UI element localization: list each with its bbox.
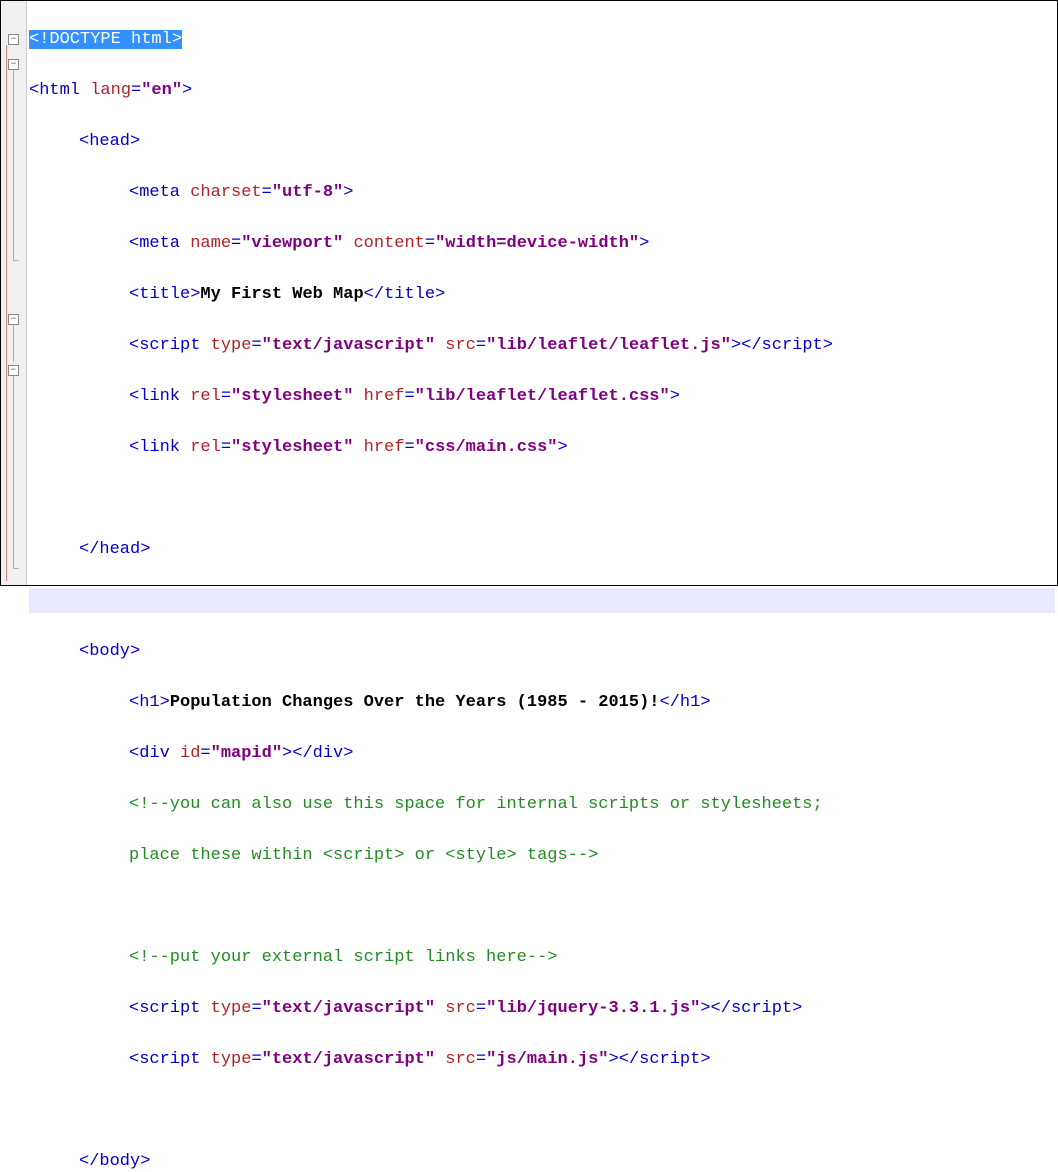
code-line: <meta name="viewport" content="width=dev…: [29, 231, 1055, 257]
fold-toggle[interactable]: [8, 34, 19, 45]
fold-toggle[interactable]: [8, 365, 19, 376]
code-editor: <!DOCTYPE html> <html lang="en"> <head> …: [1, 1, 1057, 585]
code-line: <head>: [29, 129, 1055, 155]
code-line: [29, 894, 1055, 920]
code-line: <html lang="en">: [29, 78, 1055, 104]
code-line: <!DOCTYPE html>: [29, 27, 1055, 53]
code-line: <script type="text/javascript" src="lib/…: [29, 996, 1055, 1022]
code-line: [29, 1098, 1055, 1124]
code-line: <h1>Population Changes Over the Years (1…: [29, 690, 1055, 716]
code-line: place these within <script> or <style> t…: [29, 843, 1055, 869]
code-line: <meta charset="utf-8">: [29, 180, 1055, 206]
code-line: <link rel="stylesheet" href="css/main.cs…: [29, 435, 1055, 461]
code-line: <link rel="stylesheet" href="lib/leaflet…: [29, 384, 1055, 410]
fold-gutter: [1, 1, 27, 585]
fold-toggle[interactable]: [8, 59, 19, 70]
code-line: <!--put your external script links here-…: [29, 945, 1055, 971]
code-line: <!--you can also use this space for inte…: [29, 792, 1055, 818]
code-line: <div id="mapid"></div>: [29, 741, 1055, 767]
code-area[interactable]: <!DOCTYPE html> <html lang="en"> <head> …: [27, 1, 1057, 585]
code-line: </head>: [29, 537, 1055, 563]
code-line: <script type="text/javascript" src="lib/…: [29, 333, 1055, 359]
fold-toggle[interactable]: [8, 314, 19, 325]
code-line: [29, 588, 1055, 614]
code-line: <script type="text/javascript" src="js/m…: [29, 1047, 1055, 1073]
code-line: </body>: [29, 1149, 1055, 1172]
code-line: <body>: [29, 639, 1055, 665]
code-line: [29, 486, 1055, 512]
code-line: <title>My First Web Map</title>: [29, 282, 1055, 308]
